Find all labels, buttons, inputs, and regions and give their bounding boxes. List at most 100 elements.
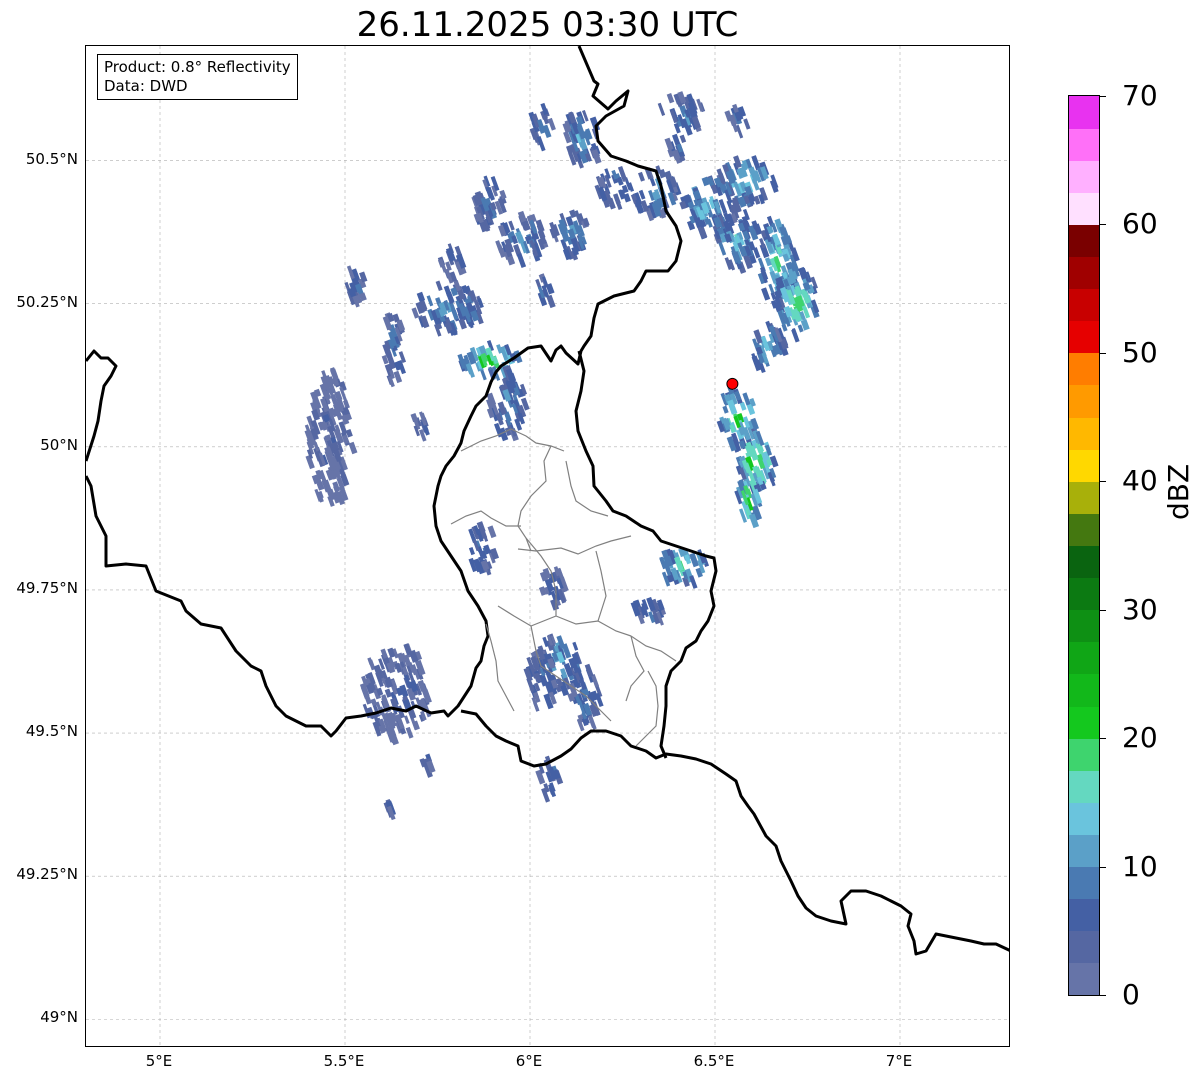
colorbar [1068, 95, 1100, 996]
product-info-box: Product: 0.8° Reflectivity Data: DWD [97, 54, 298, 100]
colorbar-segment [1069, 641, 1099, 675]
radar-echo-pixel [638, 171, 645, 182]
colorbar-tick-label: 10 [1122, 849, 1158, 883]
colorbar-segment [1069, 834, 1099, 868]
radar-site-marker[interactable] [726, 377, 739, 390]
colorbar-segment [1069, 770, 1099, 803]
colorbar-segment [1069, 417, 1099, 450]
radar-echo-pixel [768, 283, 775, 294]
colorbar-segment [1069, 160, 1099, 193]
colorbar-segment [1069, 930, 1099, 964]
radar-echo-pixel [468, 547, 475, 556]
colorbar-tick [1100, 481, 1106, 483]
colorbar-segment [1069, 320, 1099, 354]
colorbar-segment [1069, 352, 1099, 386]
colorbar-segment [1069, 384, 1099, 418]
colorbar-segment [1069, 96, 1099, 129]
colorbar-segment [1069, 545, 1099, 579]
radar-echo-pixel [405, 726, 414, 739]
radar-echo-pixel [393, 370, 403, 384]
radar-echo-pixel [779, 225, 787, 236]
lon-tick-label: 6.5°E [693, 1052, 735, 1070]
lon-tick-label: 7°E [885, 1052, 913, 1070]
map-title: 26.11.2025 03:30 UTC [356, 5, 739, 45]
radar-echo-pixel [584, 663, 594, 678]
radar-echo-pixel [380, 648, 388, 659]
radar-echo-pixel [426, 295, 434, 307]
colorbar-tick-label: 30 [1122, 592, 1158, 626]
data-source-label: Data: DWD [104, 77, 188, 95]
product-label: Product: 0.8° Reflectivity [104, 58, 291, 76]
colorbar-tick [1100, 995, 1106, 996]
colorbar-tick-label: 70 [1122, 79, 1158, 112]
radar-echo-pixel [666, 92, 675, 104]
lon-tick-label: 6°E [515, 1052, 543, 1070]
radar-echo-pixel [435, 280, 443, 292]
radar-echo-pixel [739, 401, 747, 411]
lat-tick-label: 49.75°N [16, 578, 78, 597]
radar-echo-pixel [416, 291, 426, 302]
radar-echo-pixel [679, 134, 687, 144]
colorbar-segment [1069, 802, 1099, 835]
colorbar-tick [1100, 224, 1106, 226]
radar-echo-pixel [490, 176, 500, 192]
colorbar-segment [1069, 449, 1099, 482]
colorbar-segment [1069, 866, 1099, 900]
colorbar-label: dBZ [1162, 463, 1195, 520]
colorbar-segment [1069, 192, 1099, 225]
radar-echo-pixel [487, 525, 497, 539]
lat-tick-label: 49.5°N [25, 722, 78, 741]
border-belgium-west [86, 349, 118, 462]
colorbar-segment [1069, 128, 1099, 161]
colorbar-segment [1069, 609, 1099, 643]
lat-tick-label: 50°N [40, 435, 78, 454]
colorbar-tick-label: 60 [1122, 207, 1158, 241]
radar-echo-pixel [348, 441, 358, 455]
border-france-luxembourg-south [460, 709, 1009, 956]
radar-echo-pixel [516, 252, 527, 269]
colorbar-segment [1069, 962, 1099, 996]
radar-echo-pixel [412, 720, 420, 731]
radar-echo-pixel [410, 413, 419, 423]
lon-tick-label: 5.5°E [323, 1052, 365, 1070]
colorbar-tick [1100, 352, 1106, 354]
radar-echo-pixel [722, 405, 729, 414]
radar-echo-pixel [458, 318, 467, 330]
radar-echo-pixel [657, 102, 666, 117]
colorbar-segment [1069, 481, 1099, 514]
colorbar-segment [1069, 706, 1099, 739]
colorbar-tick-label: 50 [1122, 335, 1158, 369]
colorbar-segment [1069, 738, 1099, 771]
radar-echo-pixel [572, 641, 579, 651]
radar-map[interactable] [85, 45, 1010, 1047]
radar-echo-pixel [364, 694, 372, 705]
lat-tick-label: 50.25°N [16, 292, 78, 311]
colorbar-tick [1100, 866, 1106, 868]
colorbar-segment [1069, 673, 1099, 707]
gridlines [86, 46, 1009, 1046]
colorbar-tick [1100, 738, 1106, 740]
colorbar-segment [1069, 224, 1099, 258]
colorbar-segment [1069, 577, 1099, 611]
colorbar-tick-label: 40 [1122, 464, 1158, 498]
colorbar-segment [1069, 288, 1099, 322]
colorbar-segment [1069, 898, 1099, 932]
colorbar-segment [1069, 256, 1099, 290]
radar-site-dot[interactable] [726, 377, 739, 390]
colorbar-tick [1100, 96, 1106, 97]
radar-echo-pixel [761, 287, 771, 301]
lat-tick-label: 49.25°N [16, 865, 78, 884]
colorbar-tick-label: 20 [1122, 721, 1158, 755]
lon-tick-label: 5°E [145, 1052, 173, 1070]
colorbar-segment [1069, 513, 1099, 546]
radar-map-canvas[interactable] [86, 46, 1010, 1047]
colorbar-tick [1100, 609, 1106, 611]
colorbar-tick-label: 0 [1122, 978, 1140, 1011]
country-borders [86, 46, 1009, 956]
lat-tick-label: 50.5°N [25, 149, 78, 168]
lat-tick-label: 49°N [40, 1008, 78, 1027]
radar-echo-pixel [781, 323, 788, 332]
radar-echo-pixel [718, 241, 727, 256]
radar-echo-pixel [547, 117, 556, 131]
radar-echo-pixel [743, 118, 751, 130]
